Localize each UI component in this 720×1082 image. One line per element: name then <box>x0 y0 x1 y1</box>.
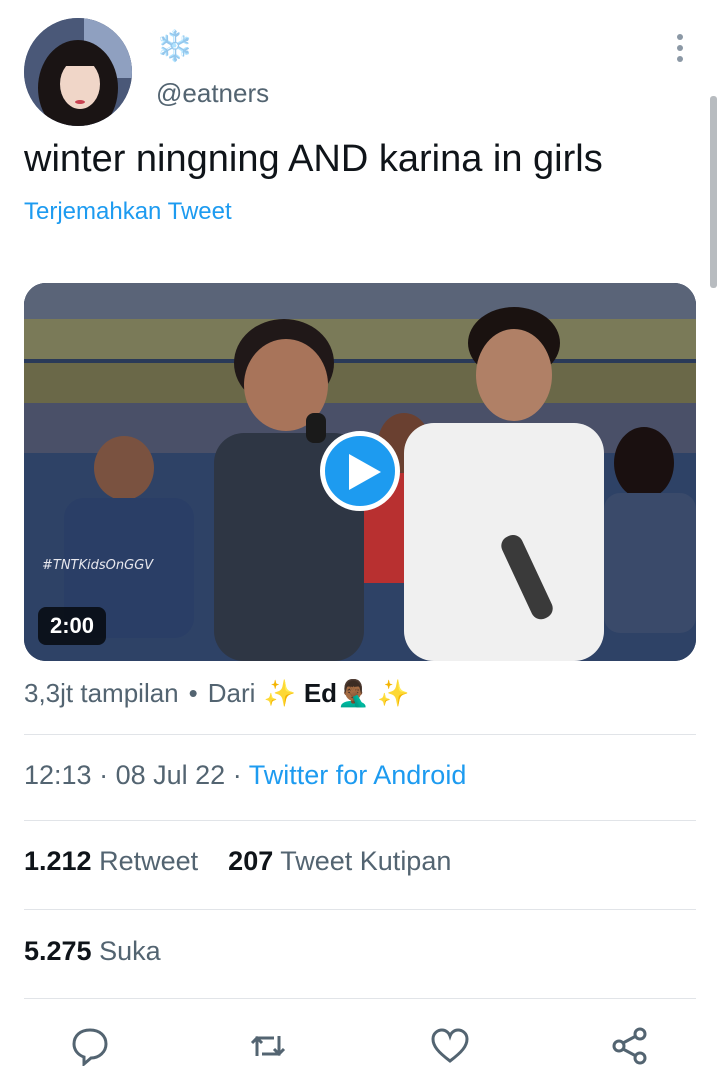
more-options-button[interactable] <box>664 34 696 66</box>
divider <box>24 820 696 821</box>
meta-separator: · <box>99 760 109 790</box>
video-duration-badge: 2:00 <box>38 607 107 645</box>
reply-icon[interactable] <box>70 1026 110 1066</box>
tweet-time[interactable]: 12:13 <box>24 760 92 790</box>
tweet-meta: 12:13 · 08 Jul 22 · Twitter for Android <box>24 760 466 791</box>
action-bar <box>0 1026 720 1072</box>
likes-count: 5.275 <box>24 936 92 966</box>
handle[interactable]: @eatners <box>156 78 269 109</box>
tweet-text: winter ningning AND karina in girls <box>24 138 603 180</box>
play-icon <box>349 454 381 490</box>
play-button[interactable] <box>320 431 400 511</box>
scrollbar[interactable] <box>710 96 717 288</box>
tweet-date[interactable]: 08 Jul 22 <box>116 760 226 790</box>
retweets-label: Retweet <box>99 846 199 876</box>
retweets-count: 1.212 <box>24 846 92 876</box>
divider <box>24 998 696 999</box>
meta-separator: · <box>232 760 242 790</box>
more-dot-icon <box>677 56 683 62</box>
avatar[interactable] <box>24 18 132 126</box>
tweet-source-link[interactable]: Twitter for Android <box>249 760 467 790</box>
views-row: 3,3jt tampilan • Dari ✨ Ed 🤦🏾‍♂️ ✨ <box>24 678 418 709</box>
retweets-stat[interactable]: 1.212 Retweet <box>24 846 198 876</box>
likes-stat[interactable]: 5.275 Suka <box>24 936 161 967</box>
quotes-stat[interactable]: 207 Tweet Kutipan <box>228 846 451 876</box>
quotes-count: 207 <box>228 846 274 876</box>
stats-row: 1.212 Retweet 207 Tweet Kutipan <box>24 846 451 877</box>
retweet-icon[interactable] <box>248 1026 288 1066</box>
more-dot-icon <box>677 45 683 51</box>
share-icon[interactable] <box>610 1026 650 1066</box>
like-icon[interactable] <box>430 1026 470 1066</box>
likes-label: Suka <box>99 936 161 966</box>
sparkle-icon: ✨ <box>377 678 410 708</box>
quotes-label: Tweet Kutipan <box>280 846 452 876</box>
divider <box>24 909 696 910</box>
divider <box>24 734 696 735</box>
sparkle-icon: ✨ <box>263 678 296 708</box>
display-name[interactable]: ❄️ <box>156 30 193 64</box>
video-owner-name[interactable]: Ed <box>304 678 337 709</box>
translate-tweet-link[interactable]: Terjemahkan Tweet <box>24 198 232 226</box>
more-dot-icon <box>677 34 683 40</box>
view-count: 3,3jt tampilan <box>24 678 179 708</box>
video-player[interactable]: #TNTKidsOnGGV 2:00 <box>24 283 696 661</box>
views-separator: • <box>188 678 198 708</box>
from-label: Dari <box>207 678 256 708</box>
overlay-hashtag: #TNTKidsOnGGV <box>42 558 154 573</box>
facepalm-emoji: 🤦🏾‍♂️ <box>337 678 370 708</box>
